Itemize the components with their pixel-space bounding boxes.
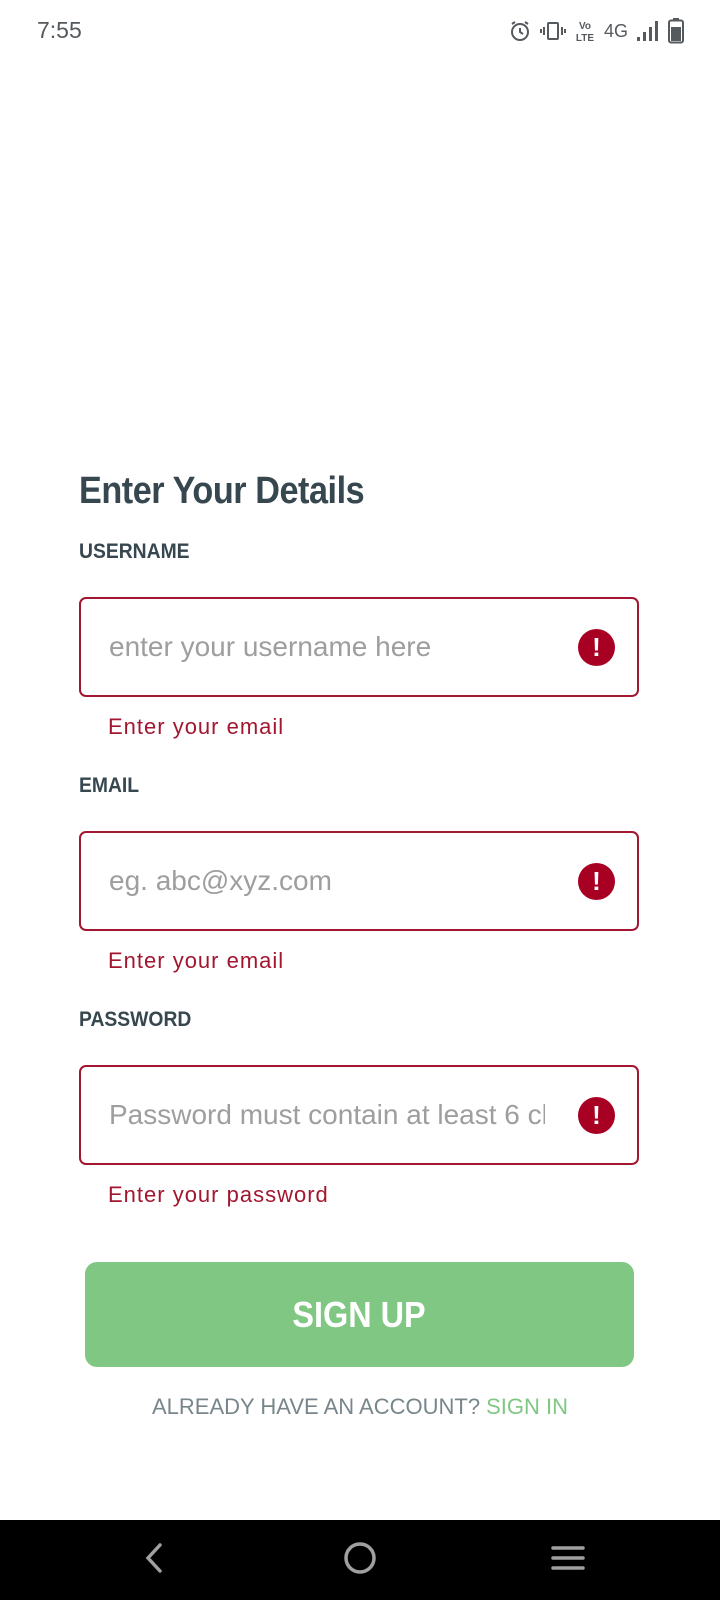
password-label: PASSWORD bbox=[79, 1008, 192, 1031]
recents-button[interactable] bbox=[548, 1540, 588, 1580]
signup-screen: 7:55 Vo LTE 4G Enter Your Details USERNA… bbox=[0, 0, 720, 1600]
email-label: EMAIL bbox=[79, 774, 140, 797]
username-error: Enter your email bbox=[108, 714, 285, 739]
svg-text:LTE: LTE bbox=[576, 33, 594, 44]
sign-in-prompt: ALREADY HAVE AN ACCOUNT? bbox=[152, 1394, 481, 1419]
status-bar: 7:55 Vo LTE 4G bbox=[0, 0, 720, 62]
error-icon: ! bbox=[578, 1097, 615, 1134]
email-error: Enter your email bbox=[108, 948, 285, 973]
sign-up-label: SIGN UP bbox=[292, 1293, 427, 1335]
username-field: ! bbox=[79, 597, 639, 697]
home-button[interactable] bbox=[340, 1540, 380, 1580]
email-input[interactable] bbox=[109, 833, 545, 929]
status-time: 7:55 bbox=[37, 17, 82, 43]
vibrate-icon bbox=[539, 19, 566, 43]
sign-up-button[interactable]: SIGN UP bbox=[85, 1262, 634, 1367]
navigation-bar bbox=[0, 1520, 720, 1600]
password-input[interactable] bbox=[109, 1067, 545, 1163]
back-button[interactable] bbox=[134, 1540, 174, 1580]
svg-text:Vo: Vo bbox=[579, 21, 591, 32]
password-error: Enter your password bbox=[108, 1182, 329, 1207]
page-title: Enter Your Details bbox=[79, 470, 365, 512]
battery-icon bbox=[668, 18, 684, 44]
sign-in-row: ALREADY HAVE AN ACCOUNT? SIGN IN bbox=[0, 1394, 720, 1420]
email-field: ! bbox=[79, 831, 639, 931]
alarm-icon bbox=[508, 19, 532, 43]
back-icon bbox=[142, 1542, 166, 1579]
password-field: ! bbox=[79, 1065, 639, 1165]
recents-icon bbox=[551, 1544, 585, 1577]
signal-icon bbox=[636, 20, 660, 42]
error-icon: ! bbox=[578, 863, 615, 900]
sign-in-link[interactable]: SIGN IN bbox=[486, 1394, 568, 1419]
error-icon: ! bbox=[578, 629, 615, 666]
network-type: 4G bbox=[603, 20, 628, 41]
status-icons: Vo LTE 4G bbox=[508, 14, 684, 48]
volte-icon: Vo LTE bbox=[574, 18, 596, 44]
username-label: USERNAME bbox=[79, 540, 190, 563]
home-icon bbox=[343, 1541, 377, 1580]
username-input[interactable] bbox=[109, 599, 545, 695]
